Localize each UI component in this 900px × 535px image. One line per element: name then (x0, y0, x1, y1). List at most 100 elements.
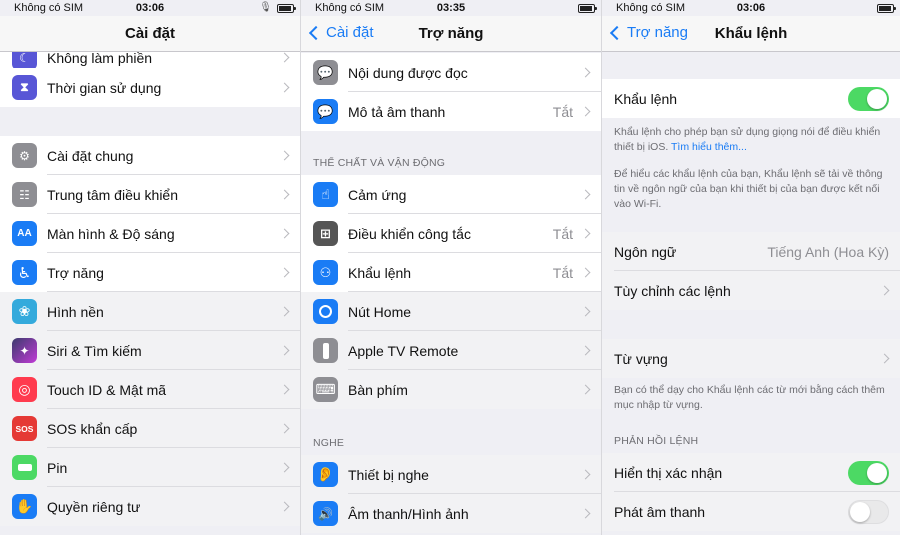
settings-item-label: Trung tâm điều khiển (47, 186, 178, 203)
accessibility-item-spoken-content[interactable]: 💬 Nội dung được đọc (301, 53, 601, 92)
accessibility-item-apple-tv-remote[interactable]: Apple TV Remote (301, 331, 601, 370)
settings-item-label: Cài đặt chung (47, 147, 134, 164)
accessibility-item-voice-control[interactable]: ⚇ Khẩu lệnh Tắt (301, 253, 601, 292)
settings-item-battery[interactable]: Pin (0, 448, 300, 487)
audio-visual-icon: 🔊 (313, 501, 338, 526)
chevron-right-icon (279, 267, 290, 278)
battery-status-icon (877, 4, 896, 13)
settings-item-sos[interactable]: SOS SOS khẩn cấp (0, 409, 300, 448)
accessibility-item-label: Nút Home (348, 303, 412, 320)
language-value: Tiếng Anh (Hoa Kỳ) (767, 243, 889, 260)
accessibility-list: 💬 Nội dung được đọc 💬 Mô tả âm thanh Tắt… (301, 52, 601, 535)
accessibility-item-touch[interactable]: ☝ Cảm ứng (301, 175, 601, 214)
chevron-right-icon (580, 67, 591, 78)
chevron-right-icon (580, 469, 591, 480)
accessibility-item-hearing-devices[interactable]: 👂 Thiết bị nghe (301, 455, 601, 494)
display-brightness-icon: AA (12, 221, 37, 246)
accessibility-panel: Không có SIM 03:35 Cài đặt Trợ năng 💬 Nộ… (300, 0, 601, 535)
settings-item-touch-id[interactable]: ◎ Touch ID & Mật mã (0, 370, 300, 409)
chevron-right-icon (279, 306, 290, 317)
clock: 03:35 (436, 2, 466, 14)
accessibility-item-label: Nội dung được đọc (348, 64, 468, 81)
accessibility-item-switch-control[interactable]: ⊞ Điều khiển công tắc Tắt (301, 214, 601, 253)
accessibility-item-audio-description[interactable]: 💬 Mô tả âm thanh Tắt (301, 92, 601, 131)
accessibility-item-label: Âm thanh/Hình ảnh (348, 505, 469, 522)
accessibility-item-label: Bàn phím (348, 381, 408, 398)
voice-control-row: Khẩu lệnh (602, 79, 900, 118)
page-title: Khẩu lệnh (714, 25, 788, 42)
mic-icon: 🎙 (259, 2, 272, 13)
settings-item-accessibility[interactable]: ♿ Trợ năng (0, 253, 300, 292)
chevron-right-icon (879, 285, 890, 296)
chevron-right-icon (279, 501, 290, 512)
customize-commands-row[interactable]: Tùy chỉnh các lệnh (602, 271, 900, 310)
language-row[interactable]: Ngôn ngữ Tiếng Anh (Hoa Kỳ) (602, 232, 900, 271)
battery-status-icon (277, 4, 296, 13)
show-confirmation-row: Hiển thị xác nhận (602, 453, 900, 492)
learn-more-link[interactable]: Tìm hiểu thêm... (671, 141, 747, 153)
accessibility-item-keyboard[interactable]: ⌨ Bàn phím (301, 370, 601, 409)
page-title: Cài đặt (124, 25, 175, 42)
hourglass-icon: ⧗ (12, 75, 37, 100)
vocabulary-description: Bạn có thể dạy cho Khẩu lệnh các từ mới … (614, 384, 885, 411)
home-button-icon (313, 299, 338, 324)
settings-item-label: Không làm phiền (47, 52, 153, 66)
settings-item-wallpaper[interactable]: ❀ Hình nền (0, 292, 300, 331)
settings-item-general[interactable]: ⚙ Cài đặt chung (0, 136, 300, 175)
section-header-hearing: NGHE (313, 437, 345, 449)
settings-item-label: Thời gian sử dụng (47, 79, 162, 96)
status-bar: Không có SIM 03:06 🎙 (0, 0, 300, 16)
accessibility-item-label: Apple TV Remote (348, 342, 459, 359)
vocabulary-label: Từ vựng (614, 350, 668, 367)
customize-commands-label: Tùy chỉnh các lệnh (614, 282, 731, 299)
chevron-right-icon (879, 353, 890, 364)
settings-item-label: Màn hình & Độ sáng (47, 225, 175, 242)
play-sound-label: Phát âm thanh (614, 503, 706, 520)
settings-item-screen-time[interactable]: ⧗ Thời gian sử dụng (0, 68, 300, 107)
chevron-right-icon (580, 267, 591, 278)
privacy-hand-icon: ✋ (12, 494, 37, 519)
fingerprint-icon: ◎ (12, 377, 37, 402)
accessibility-item-label: Điều khiển công tắc (348, 225, 471, 242)
voice-control-download-note: Để hiểu các khẩu lệnh của bạn, Khẩu lệnh… (614, 168, 883, 210)
voice-control-toggle[interactable] (848, 86, 889, 111)
settings-list: ☾ Không làm phiền ⧗ Thời gian sử dụng ⚙ … (0, 52, 300, 535)
nav-bar: Cài đặt Trợ năng (301, 16, 601, 52)
show-confirmation-toggle[interactable] (848, 460, 889, 485)
accessibility-item-label: Mô tả âm thanh (348, 103, 446, 120)
chevron-right-icon (279, 228, 290, 239)
chevron-right-icon (279, 189, 290, 200)
chevron-right-icon (580, 384, 591, 395)
voice-control-description: Khẩu lệnh cho phép bạn sử dụng giọng nói… (614, 126, 881, 153)
status-bar: Không có SIM 03:35 (301, 0, 601, 16)
accessibility-item-home-button[interactable]: Nút Home (301, 292, 601, 331)
settings-item-label: Siri & Tìm kiếm (47, 342, 142, 359)
chevron-right-icon (580, 306, 591, 317)
gear-icon: ⚙ (12, 143, 37, 168)
audio-description-icon: 💬 (313, 99, 338, 124)
item-value: Tắt (552, 264, 573, 281)
settings-item-siri[interactable]: ✦ Siri & Tìm kiếm (0, 331, 300, 370)
page-title: Trợ năng (418, 25, 484, 42)
chevron-right-icon (279, 82, 290, 93)
vocabulary-row[interactable]: Từ vựng (602, 339, 900, 378)
chevron-right-icon (580, 345, 591, 356)
settings-item-label: SOS khẩn cấp (47, 420, 138, 437)
accessibility-icon: ♿ (12, 260, 37, 285)
siri-icon: ✦ (12, 338, 37, 363)
settings-item-control-center[interactable]: ☷ Trung tâm điều khiển (0, 175, 300, 214)
play-sound-row: Phát âm thanh (602, 492, 900, 531)
battery-icon (12, 455, 37, 480)
settings-item-privacy[interactable]: ✋ Quyền riêng tư (0, 487, 300, 526)
settings-item-label: Trợ năng (47, 264, 104, 281)
chevron-right-icon (279, 52, 290, 63)
accessibility-item-audio-visual[interactable]: 🔊 Âm thanh/Hình ảnh (301, 494, 601, 533)
settings-item-display[interactable]: AA Màn hình & Độ sáng (0, 214, 300, 253)
chevron-right-icon (580, 106, 591, 117)
accessibility-item-label: Cảm ứng (348, 186, 407, 203)
spoken-content-icon: 💬 (313, 60, 338, 85)
voice-control-panel: Không có SIM 03:06 Trợ năng Khẩu lệnh Kh… (601, 0, 900, 535)
chevron-right-icon (279, 150, 290, 161)
play-sound-toggle[interactable] (848, 499, 889, 524)
remote-icon (313, 338, 338, 363)
